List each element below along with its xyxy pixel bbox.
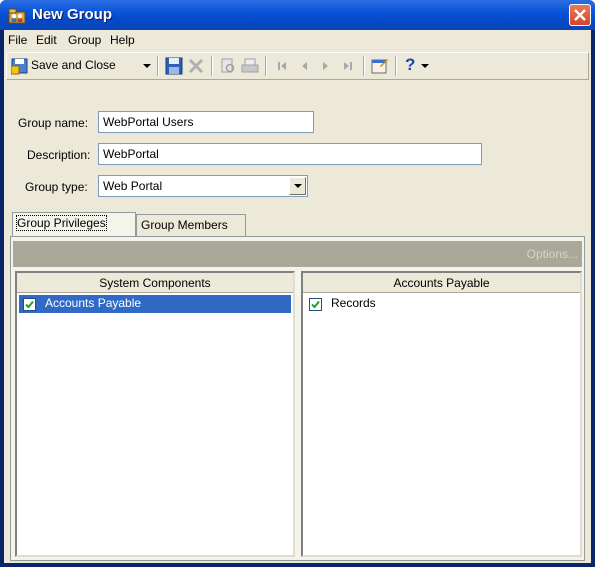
menu-group[interactable]: Group [68, 33, 101, 47]
close-icon [574, 9, 586, 21]
checkbox-accounts-payable[interactable] [23, 298, 36, 311]
description-label: Description: [27, 148, 91, 162]
next-record-icon[interactable] [317, 57, 335, 75]
dropdown-arrow-icon [143, 64, 151, 68]
group-type-select[interactable]: Web Portal [98, 175, 308, 197]
help-button[interactable]: ? [403, 54, 433, 78]
group-name-field[interactable]: WebPortal Users [98, 111, 314, 133]
menu-file[interactable]: File [8, 33, 27, 47]
menu-edit[interactable]: Edit [36, 33, 57, 47]
checkmark-icon [25, 300, 34, 309]
print-icon[interactable] [241, 57, 259, 75]
toolbar: Save and Close ? [6, 52, 589, 80]
privileges-panel: Options... System Components Accounts Pa… [10, 236, 585, 561]
group-type-label: Group type: [25, 180, 88, 194]
save-close-icon [11, 58, 28, 75]
last-record-icon[interactable] [339, 57, 357, 75]
tab-group-privileges-label: Group Privileges [16, 215, 107, 231]
tab-group-members[interactable]: Group Members [136, 214, 246, 236]
properties-icon[interactable] [371, 57, 389, 75]
group-icon [8, 8, 26, 24]
save-and-close-button[interactable]: Save and Close [9, 54, 155, 78]
window-client: File Edit Group Help Save and Close ? Gr… [4, 30, 591, 563]
system-components-list[interactable]: System Components Accounts Payable [15, 271, 295, 557]
window-title: New Group [32, 6, 113, 23]
print-preview-icon[interactable] [219, 57, 237, 75]
help-icon: ? [405, 55, 416, 74]
group-type-dropdown-button[interactable] [289, 177, 306, 195]
save-and-close-label: Save and Close [31, 58, 116, 72]
group-type-value: Web Portal [103, 179, 163, 193]
title-bar[interactable]: New Group [0, 0, 595, 30]
system-components-header[interactable]: System Components [17, 273, 293, 293]
save-icon[interactable] [165, 57, 183, 75]
options-bar: Options... [13, 241, 582, 267]
options-button[interactable]: Options... [527, 247, 578, 261]
first-record-icon[interactable] [273, 57, 291, 75]
description-field[interactable]: WebPortal [98, 143, 482, 165]
toolbar-separator [157, 56, 159, 76]
delete-icon[interactable] [187, 57, 205, 75]
list-item-label: Records [331, 296, 376, 310]
checkmark-icon [311, 300, 320, 309]
chevron-down-icon [294, 184, 302, 188]
close-button[interactable] [569, 4, 591, 26]
previous-record-icon[interactable] [295, 57, 313, 75]
new-group-window: New Group File Edit Group Help Save and … [0, 0, 595, 567]
list-item[interactable]: Records [305, 295, 578, 313]
tab-group-members-label: Group Members [141, 218, 228, 232]
toolbar-separator [395, 56, 397, 76]
checkbox-records[interactable] [309, 298, 322, 311]
dropdown-arrow-icon [421, 64, 429, 68]
toolbar-separator [265, 56, 267, 76]
accounts-payable-header[interactable]: Accounts Payable [303, 273, 580, 293]
list-item-label: Accounts Payable [45, 296, 142, 310]
tab-group-privileges[interactable]: Group Privileges [12, 212, 136, 236]
list-item[interactable]: Accounts Payable [19, 295, 291, 313]
menu-bar: File Edit Group Help [4, 30, 591, 50]
menu-help[interactable]: Help [110, 33, 135, 47]
toolbar-separator [363, 56, 365, 76]
toolbar-separator [211, 56, 213, 76]
accounts-payable-list[interactable]: Accounts Payable Records [301, 271, 582, 557]
group-name-label: Group name: [18, 116, 89, 130]
